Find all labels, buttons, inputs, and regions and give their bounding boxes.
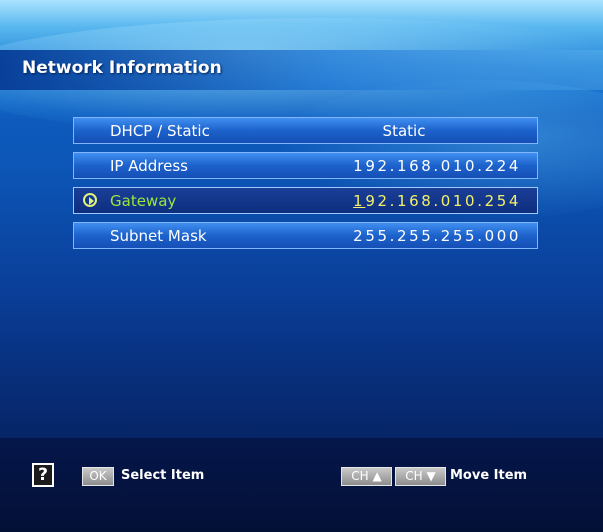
row-label: Gateway — [110, 192, 177, 210]
help-icon[interactable]: ? — [32, 463, 54, 487]
channel-up-key-icon: CH ▲ — [341, 467, 392, 486]
menu-row-dhcp-static[interactable]: DHCP / Static Static — [73, 117, 538, 144]
network-information-screen: Network Information DHCP / Static Static… — [0, 0, 603, 532]
row-label: Subnet Mask — [110, 227, 207, 245]
row-value: 255.255.255.000 — [353, 227, 521, 245]
edit-cursor-digit: 1 — [353, 192, 366, 210]
channel-down-key-icon: CH ▼ — [395, 467, 446, 486]
row-value-rest: 92.168.010.254 — [365, 192, 521, 210]
row-label: IP Address — [110, 157, 188, 175]
row-value: Static — [382, 122, 426, 140]
select-item-hint: Select Item — [121, 468, 205, 483]
row-value-editable[interactable]: 192.168.010.254 — [353, 192, 521, 210]
menu-row-gateway[interactable]: Gateway 192.168.010.254 — [73, 187, 538, 214]
menu-row-subnet-mask[interactable]: Subnet Mask 255.255.255.000 — [73, 222, 538, 249]
page-title: Network Information — [22, 58, 222, 78]
selection-pointer-icon — [83, 193, 97, 207]
move-item-hint: Move Item — [450, 468, 528, 483]
row-value: 192.168.010.224 — [353, 157, 521, 175]
ok-key-icon: OK — [82, 467, 114, 486]
menu-row-ip-address[interactable]: IP Address 192.168.010.224 — [73, 152, 538, 179]
row-label: DHCP / Static — [110, 122, 210, 140]
